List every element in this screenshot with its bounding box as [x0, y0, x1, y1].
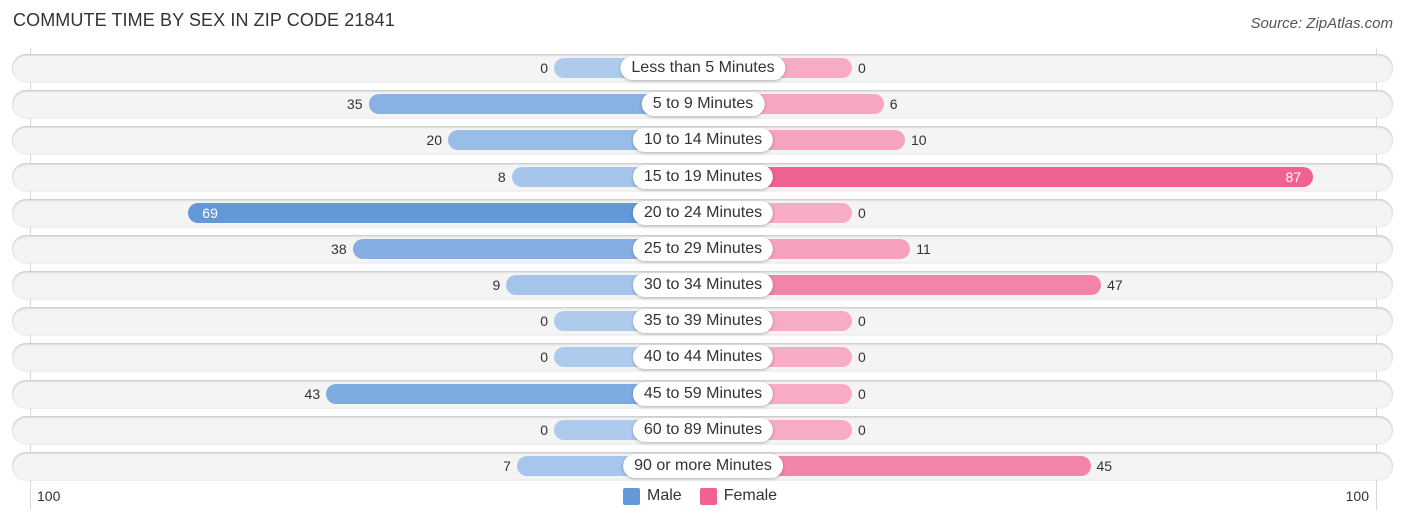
male-value-label: 38 — [331, 240, 347, 257]
legend: Male Female — [623, 487, 795, 505]
legend-item-female[interactable]: Female — [699, 487, 778, 505]
category-label: 40 to 44 Minutes — [632, 345, 774, 370]
x-axis-left-label: 100 — [37, 488, 61, 504]
female-value-label: 45 — [1096, 457, 1113, 474]
male-swatch-icon — [623, 487, 640, 505]
female-value-label: 0 — [858, 421, 866, 438]
male-value-label: 0 — [540, 60, 548, 76]
male-value-label: 8 — [497, 168, 506, 185]
legend-label-female: Female — [723, 487, 778, 504]
category-label: 20 to 24 Minutes — [632, 200, 774, 225]
male-value-label: 0 — [540, 313, 548, 330]
x-axis-right-label: 100 — [1345, 488, 1369, 504]
male-value-label: 7 — [503, 457, 511, 474]
category-label: 5 to 9 Minutes — [641, 92, 765, 117]
female-value-label: 10 — [911, 132, 927, 149]
female-value-label: 0 — [858, 385, 866, 402]
male-bar[interactable] — [188, 202, 703, 223]
category-label: 10 to 14 Minutes — [632, 128, 774, 153]
female-value-label: 0 — [858, 204, 866, 221]
category-label: 60 to 89 Minutes — [632, 417, 774, 442]
legend-item-male[interactable]: Male — [623, 487, 682, 505]
male-value-label: 43 — [304, 385, 321, 402]
female-value-label: 47 — [1107, 277, 1123, 294]
category-label: Less than 5 Minutes — [620, 56, 786, 80]
female-value-label: 0 — [858, 313, 866, 330]
legend-label-male: Male — [647, 487, 682, 504]
female-value-label: 87 — [1285, 168, 1302, 185]
category-label: 90 or more Minutes — [623, 453, 783, 478]
male-value-label: 69 — [202, 204, 218, 221]
female-swatch-icon — [699, 487, 717, 505]
male-value-label: 20 — [426, 132, 442, 149]
chart-area: 0 0 Less than 5 Minutes 35 6 5 to 9 Minutes 20… — [0, 0, 1406, 522]
male-value-label: 0 — [540, 349, 548, 366]
female-value-label: 6 — [889, 96, 898, 113]
male-value-label: 35 — [346, 96, 363, 113]
female-value-label: 0 — [858, 60, 866, 76]
category-label: 25 to 29 Minutes — [632, 236, 774, 261]
category-label: 15 to 19 Minutes — [632, 164, 774, 189]
male-value-label: 0 — [540, 421, 548, 438]
male-value-label: 9 — [492, 277, 501, 294]
female-value-label: 11 — [916, 240, 931, 257]
female-bar[interactable] — [703, 166, 1314, 187]
category-label: 35 to 39 Minutes — [632, 309, 774, 334]
category-label: 45 to 59 Minutes — [632, 381, 774, 406]
female-value-label: 0 — [858, 349, 866, 366]
category-label: 30 to 34 Minutes — [632, 273, 774, 298]
